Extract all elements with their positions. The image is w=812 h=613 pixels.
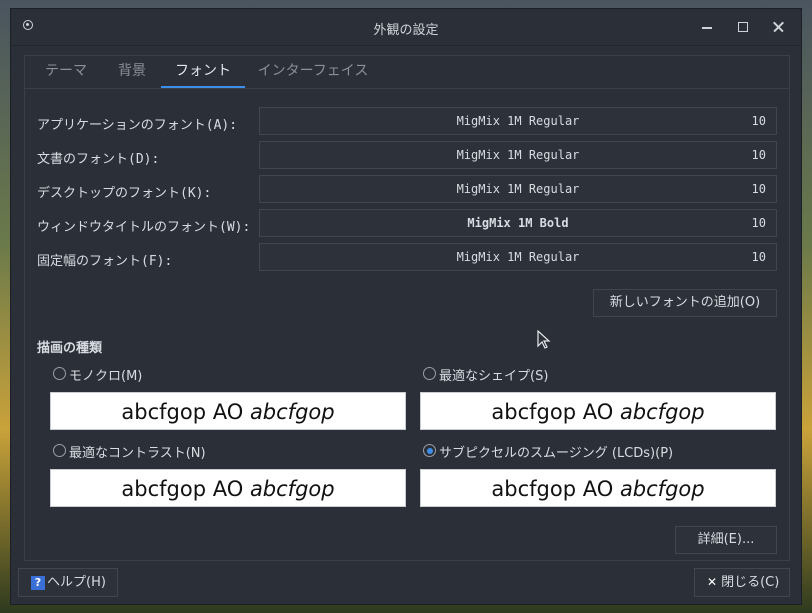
appearance-settings-window: 外観の設定 テーマ 背景 フォント インターフェイス アプリケーションのフォント…: [10, 8, 802, 605]
document-font-label: 文書のフォント(D):: [37, 152, 160, 167]
font-size: 10: [751, 114, 766, 128]
tab-font[interactable]: フォント: [161, 56, 245, 88]
question-icon: ?: [31, 575, 45, 590]
tab-background[interactable]: 背景: [109, 56, 155, 88]
help-button[interactable]: ? ヘルプ(H): [18, 568, 118, 597]
preview-plain-text: abcfgop AO: [121, 477, 250, 501]
preview-italic-text: abcfgop: [249, 477, 335, 501]
fixed-width-font-label: 固定幅のフォント(F):: [37, 254, 173, 269]
preview-italic-text: abcfgop: [619, 477, 705, 501]
close-button[interactable]: ✕ 閉じる(C): [694, 568, 790, 597]
tab-theme[interactable]: テーマ: [33, 56, 99, 88]
add-font-button[interactable]: 新しいフォントの追加(O): [593, 289, 777, 317]
font-name: MigMix 1M Regular: [456, 182, 580, 196]
app-font-label: アプリケーションのフォント(A):: [37, 118, 238, 133]
preview-plain-text: abcfgop AO: [121, 400, 250, 424]
window-title: 外観の設定: [373, 23, 439, 38]
mouse-pointer-icon: [537, 330, 551, 349]
title-bar: 外観の設定: [11, 9, 801, 46]
font-name: MigMix 1M Regular: [456, 148, 580, 162]
font-size: 10: [751, 216, 766, 230]
minimize-icon[interactable]: [695, 15, 719, 39]
preview-plain-text: abcfgop AO: [491, 477, 620, 501]
fixed-width-font-button[interactable]: MigMix 1M Regular 10: [259, 243, 777, 271]
settings-panel: テーマ 背景 フォント インターフェイス アプリケーションのフォント(A): M…: [24, 55, 790, 561]
subpixel-smoothing-label: サブピクセルのスムージング (LCDs)(P): [439, 446, 674, 461]
best-contrast-label: 最適なコントラスト(N): [69, 446, 206, 461]
preview-italic-text: abcfgop: [619, 400, 705, 424]
monochrome-preview[interactable]: abcfgop AO abcfgop: [50, 392, 406, 430]
font-name: MigMix 1M Regular: [456, 114, 580, 128]
subpixel-smoothing-radio[interactable]: [423, 444, 436, 457]
tab-bar: テーマ 背景 フォント インターフェイス: [25, 56, 789, 89]
window-title-font-button[interactable]: MigMix 1M Bold 10: [259, 209, 777, 237]
desktop-font-label: デスクトップのフォント(K):: [37, 186, 212, 201]
rendering-section-title: 描画の種類: [37, 341, 103, 356]
monochrome-radio[interactable]: [53, 367, 66, 380]
best-shape-radio[interactable]: [423, 367, 436, 380]
close-label: 閉じる(C): [721, 575, 780, 590]
document-font-button[interactable]: MigMix 1M Regular 10: [259, 141, 777, 169]
best-contrast-preview[interactable]: abcfgop AO abcfgop: [50, 469, 406, 507]
preview-italic-text: abcfgop: [249, 400, 335, 424]
window-title-font-label: ウィンドウタイトルのフォント(W):: [37, 220, 251, 235]
font-size: 10: [751, 182, 766, 196]
font-name: MigMix 1M Bold: [467, 216, 569, 230]
font-name: MigMix 1M Regular: [456, 250, 580, 264]
details-button[interactable]: 詳細(E)...: [675, 526, 777, 554]
best-contrast-radio[interactable]: [53, 444, 66, 457]
best-shape-label: 最適なシェイプ(S): [439, 369, 549, 384]
best-shape-preview[interactable]: abcfgop AO abcfgop: [420, 392, 776, 430]
close-window-icon[interactable]: [767, 15, 791, 39]
maximize-icon[interactable]: [731, 15, 755, 39]
app-font-button[interactable]: MigMix 1M Regular 10: [259, 107, 777, 135]
monochrome-label: モノクロ(M): [69, 369, 143, 384]
preview-plain-text: abcfgop AO: [491, 400, 620, 424]
font-size: 10: [751, 148, 766, 162]
font-size: 10: [751, 250, 766, 264]
tab-interface[interactable]: インターフェイス: [253, 56, 373, 88]
desktop-font-button[interactable]: MigMix 1M Regular 10: [259, 175, 777, 203]
help-label: ヘルプ(H): [47, 575, 106, 590]
x-icon: ✕: [707, 575, 718, 589]
subpixel-smoothing-preview[interactable]: abcfgop AO abcfgop: [420, 469, 776, 507]
